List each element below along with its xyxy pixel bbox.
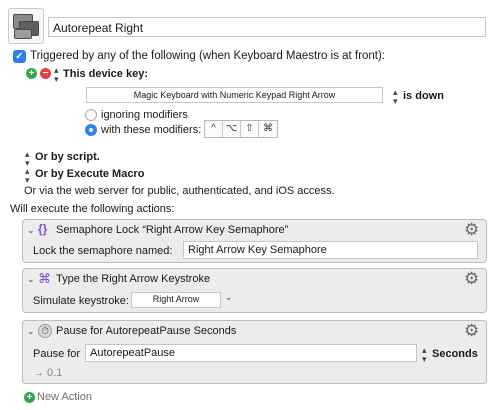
option-key-toggle[interactable]: ⌥ xyxy=(223,121,241,137)
ignoring-modifiers-label: ignoring modifiers xyxy=(101,109,188,121)
trigger-enabled-checkbox[interactable]: ✓ xyxy=(13,50,26,63)
unit-select[interactable]: Seconds xyxy=(432,348,478,360)
command-key-toggle[interactable]: ⌘ xyxy=(259,121,277,137)
keystroke-field[interactable]: Right Arrow xyxy=(131,292,221,308)
field-label: Pause for xyxy=(33,348,81,360)
execute-macro-stepper-icon[interactable]: ▴ ▾ xyxy=(25,167,29,185)
device-key-label: This device key: xyxy=(63,68,148,80)
action-semaphore-lock[interactable]: ⌄ {} Semaphore Lock “Right Arrow Key Sem… xyxy=(22,219,487,263)
keystroke-dropdown-chevron-icon[interactable]: ⌄ xyxy=(225,292,233,303)
gear-icon[interactable]: ⚙ xyxy=(464,322,479,339)
action-header: ⌄ ⌘ Type the Right Arrow Keystroke ⚙ xyxy=(23,269,486,289)
ignoring-modifiers-radio[interactable] xyxy=(85,109,97,121)
action-title: Semaphore Lock “Right Arrow Key Semaphor… xyxy=(56,224,289,236)
new-action-plus-icon[interactable]: + xyxy=(24,392,35,403)
gear-icon[interactable]: ⚙ xyxy=(464,221,479,238)
device-key-field[interactable]: Magic Keyboard with Numeric Keypad Right… xyxy=(86,87,383,103)
or-by-script-label: Or by script. xyxy=(35,151,100,163)
semaphore-name-field[interactable]: Right Arrow Key Semaphore xyxy=(183,241,478,259)
add-trigger-button[interactable]: + xyxy=(26,68,37,79)
unit-chevron-icon[interactable]: ▴ ▾ xyxy=(422,346,426,364)
field-label: Lock the semaphore named: xyxy=(33,245,173,257)
semaphore-braces-icon: {} xyxy=(38,222,48,236)
action-title: Pause for AutorepeatPause Seconds xyxy=(56,325,237,337)
or-by-execute-macro-label: Or by Execute Macro xyxy=(35,168,145,180)
triggered-label: Triggered by any of the following (when … xyxy=(30,50,385,62)
macro-icon[interactable] xyxy=(8,8,44,44)
modifier-keys-group: ^ ⌥ ⇧ ⌘ xyxy=(204,120,278,138)
will-execute-label: Will execute the following actions: xyxy=(10,203,175,215)
pause-duration-field[interactable]: AutorepeatPause xyxy=(85,344,417,362)
action-pause[interactable]: ⌄ ⏱ Pause for AutorepeatPause Seconds ⚙ … xyxy=(22,320,487,384)
collapse-chevron-icon[interactable]: ⌄ xyxy=(27,225,35,236)
field-label: Simulate keystroke: xyxy=(33,295,129,307)
control-key-toggle[interactable]: ^ xyxy=(205,121,223,137)
action-header: ⌄ {} Semaphore Lock “Right Arrow Key Sem… xyxy=(23,220,486,240)
with-modifiers-label: with these modifiers: xyxy=(101,124,202,136)
gear-icon[interactable]: ⚙ xyxy=(464,270,479,287)
web-server-label: Or via the web server for public, authen… xyxy=(24,185,335,197)
action-title: Type the Right Arrow Keystroke xyxy=(56,273,211,285)
calculated-result: → 0.1 xyxy=(33,367,63,379)
shift-key-toggle[interactable]: ⇧ xyxy=(241,121,259,137)
macro-name-field[interactable]: Autorepeat Right xyxy=(48,17,486,37)
new-action-button[interactable]: New Action xyxy=(37,391,92,403)
collapse-chevron-icon[interactable]: ⌄ xyxy=(27,326,35,337)
action-type-keystroke[interactable]: ⌄ ⌘ Type the Right Arrow Keystroke ⚙ Sim… xyxy=(22,268,487,313)
remove-trigger-button[interactable]: − xyxy=(40,68,51,79)
with-modifiers-radio[interactable] xyxy=(85,124,97,136)
key-state-select[interactable]: is down xyxy=(403,90,444,102)
action-header: ⌄ ⏱ Pause for AutorepeatPause Seconds ⚙ xyxy=(23,321,486,341)
clock-icon: ⏱ xyxy=(38,324,52,338)
trigger-type-stepper-icon[interactable]: ▴ ▾ xyxy=(54,66,58,84)
command-key-icon: ⌘ xyxy=(38,271,51,286)
key-state-chevron-icon[interactable]: ▴ ▾ xyxy=(393,88,397,106)
collapse-chevron-icon[interactable]: ⌄ xyxy=(27,274,35,285)
